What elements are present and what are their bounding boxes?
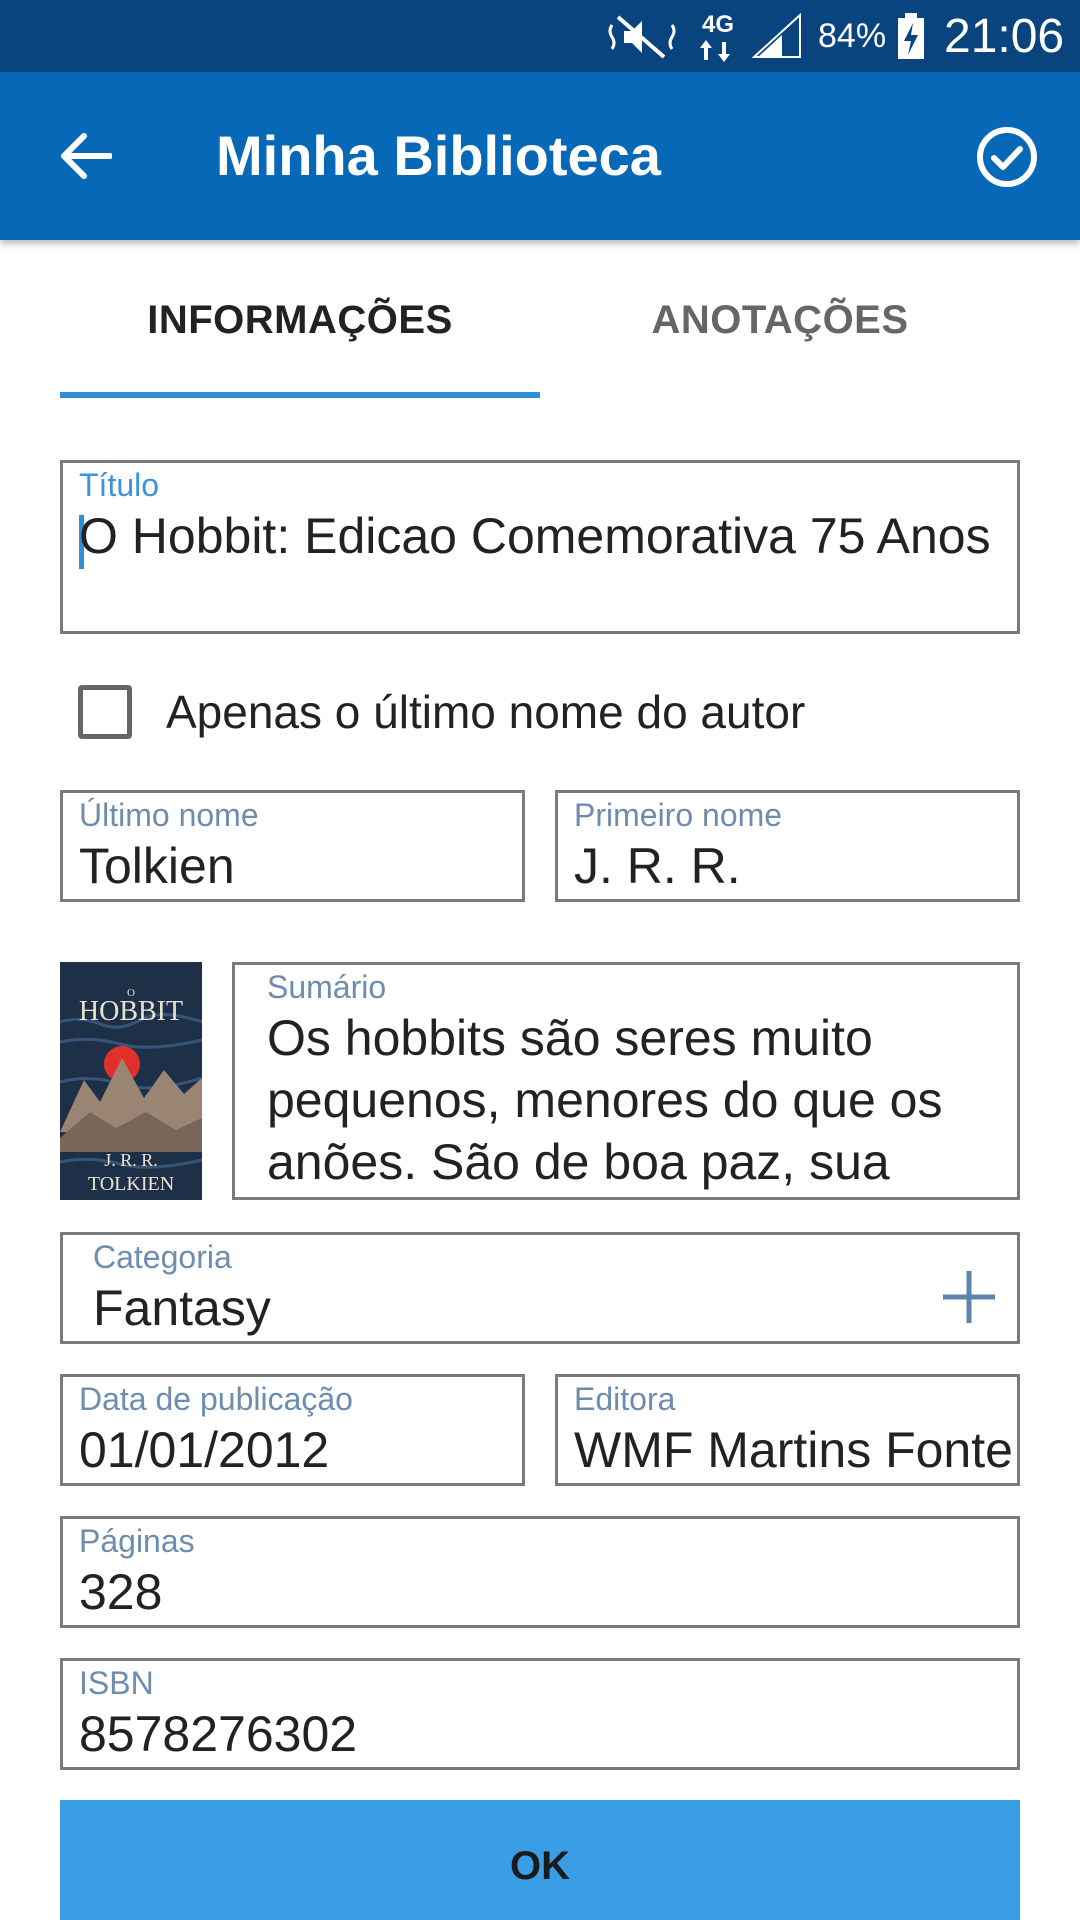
first-name-label: Primeiro nome <box>574 797 783 833</box>
app-bar: Minha Biblioteca <box>0 72 1080 240</box>
pages-input[interactable]: 328 <box>79 1561 1007 1623</box>
clock: 21:06 <box>944 9 1065 63</box>
first-name-input[interactable]: J. R. R. <box>574 835 1007 897</box>
arrow-left-icon[interactable] <box>52 122 120 190</box>
category-value[interactable]: Fantasy <box>93 1277 917 1339</box>
publisher-field[interactable]: Editora WMF Martins Fontes <box>555 1374 1020 1486</box>
plus-icon[interactable] <box>941 1269 997 1325</box>
last-name-only-checkbox[interactable] <box>78 685 132 739</box>
publication-date-label: Data de publicação <box>79 1381 353 1417</box>
title-input[interactable]: O Hobbit: Edicao Comemorativa 75 Anos <box>79 505 1007 567</box>
battery-charging-icon <box>896 0 926 72</box>
title-field[interactable]: Título O Hobbit: Edicao Comemorativa 75 … <box>60 460 1020 634</box>
status-bar: 4G 84% 21:06 <box>0 0 1080 72</box>
publication-date-field[interactable]: Data de publicação 01/01/2012 <box>60 1374 525 1486</box>
summary-field[interactable]: Sumário Os hobbits são seres muito peque… <box>232 962 1020 1200</box>
last-name-only-option[interactable]: Apenas o último nome do autor <box>78 676 805 748</box>
isbn-input[interactable]: 8578276302 <box>79 1703 1007 1765</box>
svg-text:HOBBIT: HOBBIT <box>79 996 183 1027</box>
network-4g-icon: 4G <box>696 0 740 72</box>
page-title: Minha Biblioteca <box>216 124 661 187</box>
publisher-label: Editora <box>574 1381 676 1417</box>
tab-anotacoes[interactable]: ANOTAÇÕES <box>540 240 1020 400</box>
publication-date-input[interactable]: 01/01/2012 <box>79 1419 512 1481</box>
title-field-label: Título <box>79 467 160 503</box>
pages-field[interactable]: Páginas 328 <box>60 1516 1020 1628</box>
book-cover-image[interactable]: O HOBBIT J. R. R. TOLKIEN <box>60 962 202 1200</box>
ok-button[interactable]: OK <box>60 1800 1020 1920</box>
last-name-label: Último nome <box>79 797 259 833</box>
summary-input[interactable]: Os hobbits são seres muito pequenos, men… <box>267 1007 1005 1193</box>
category-label: Categoria <box>93 1239 232 1275</box>
svg-text:TOLKIEN: TOLKIEN <box>88 1173 174 1195</box>
mute-vibrate-icon <box>606 0 678 72</box>
last-name-only-label: Apenas o último nome do autor <box>166 686 806 738</box>
battery-percent: 84% <box>818 16 887 55</box>
first-name-field[interactable]: Primeiro nome J. R. R. <box>555 790 1020 902</box>
pages-label: Páginas <box>79 1523 195 1559</box>
signal-icon <box>752 0 804 72</box>
last-name-input[interactable]: Tolkien <box>79 835 512 897</box>
tab-informacoes[interactable]: INFORMAÇÕES <box>60 240 540 400</box>
isbn-field[interactable]: ISBN 8578276302 <box>60 1658 1020 1770</box>
last-name-field[interactable]: Último nome Tolkien <box>60 790 525 902</box>
summary-label: Sumário <box>267 969 387 1005</box>
svg-text:4G: 4G <box>702 11 734 38</box>
tab-indicator <box>60 392 540 398</box>
category-field[interactable]: Categoria Fantasy <box>60 1232 1020 1344</box>
publisher-input[interactable]: WMF Martins Fontes <box>574 1419 1011 1481</box>
check-circle-icon[interactable] <box>972 122 1042 192</box>
isbn-label: ISBN <box>79 1665 154 1701</box>
svg-text:J. R. R.: J. R. R. <box>104 1150 158 1170</box>
